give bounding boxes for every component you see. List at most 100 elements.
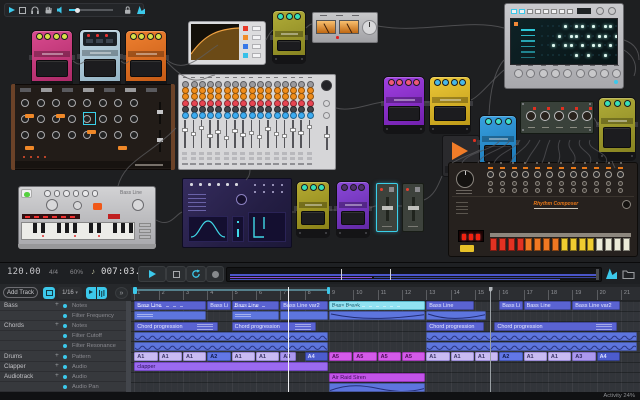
clip-bass-line[interactable]: Bass Line xyxy=(232,301,280,310)
knob[interactable] xyxy=(500,181,505,186)
knob[interactable] xyxy=(68,131,76,139)
knob[interactable] xyxy=(132,199,144,211)
knob[interactable] xyxy=(617,171,624,178)
knob[interactable] xyxy=(568,111,578,121)
grid-cell[interactable] xyxy=(558,44,560,46)
grid-cell[interactable] xyxy=(564,35,566,37)
knob[interactable] xyxy=(73,201,82,210)
knob[interactable] xyxy=(558,171,565,178)
option-led[interactable] xyxy=(243,53,248,58)
knob[interactable] xyxy=(485,118,492,125)
clip-bass-line-var2[interactable]: Bass Line var2 xyxy=(572,301,620,310)
snap-select[interactable]: 1/16 ▾ xyxy=(58,287,82,299)
grid-cell-lit[interactable] xyxy=(564,25,567,28)
clip-a1[interactable]: A1 xyxy=(159,352,182,361)
black-key[interactable] xyxy=(129,223,133,233)
knob[interactable] xyxy=(82,190,89,197)
fader-handle[interactable] xyxy=(182,128,188,132)
knob[interactable] xyxy=(130,115,138,123)
knob[interactable] xyxy=(37,115,45,123)
channel-knob[interactable] xyxy=(307,112,314,119)
orange-button[interactable] xyxy=(118,146,127,150)
channel-button[interactable] xyxy=(215,152,220,155)
channel-button[interactable] xyxy=(182,157,187,160)
grid-cell[interactable] xyxy=(581,35,583,37)
play-button[interactable] xyxy=(138,266,166,282)
step-button[interactable] xyxy=(534,238,541,251)
black-key[interactable] xyxy=(89,223,93,233)
knob[interactable] xyxy=(576,69,585,78)
orange-button[interactable] xyxy=(56,114,65,118)
step-button[interactable] xyxy=(499,238,506,251)
mini-knob-dot[interactable] xyxy=(263,184,265,186)
channel-button[interactable] xyxy=(191,157,196,160)
clip-a4[interactable]: A4 xyxy=(597,352,620,361)
track-lane-row[interactable]: Bass+Notes xyxy=(0,301,126,311)
channel-button[interactable] xyxy=(282,157,287,160)
step-button[interactable] xyxy=(570,238,577,251)
fader-handle[interactable] xyxy=(274,132,280,136)
clip-a1[interactable]: A1 xyxy=(426,352,449,361)
knob[interactable] xyxy=(99,131,107,139)
knob[interactable] xyxy=(83,99,91,107)
option-led[interactable] xyxy=(243,35,248,40)
grid-cell-lit[interactable] xyxy=(558,35,561,38)
knob[interactable] xyxy=(614,100,621,107)
track-lane-row[interactable]: Filter Cutoff xyxy=(0,331,126,341)
clip-chord-progression[interactable]: Chord progression xyxy=(426,322,483,331)
channel-button[interactable] xyxy=(199,152,204,155)
clip-a1[interactable]: A1 xyxy=(256,352,279,361)
knob[interactable] xyxy=(488,188,493,193)
grid-cell[interactable] xyxy=(592,54,594,56)
knob[interactable] xyxy=(495,118,502,125)
add-lane-button[interactable]: + xyxy=(55,372,59,379)
grid-cell[interactable] xyxy=(547,35,549,37)
black-key[interactable] xyxy=(33,223,37,233)
step-button[interactable] xyxy=(559,9,565,14)
mini-knob-dot[interactable] xyxy=(254,184,256,186)
channel-button[interactable] xyxy=(249,157,254,160)
fader-handle[interactable] xyxy=(282,134,288,138)
knob[interactable] xyxy=(53,33,60,40)
metronome-button[interactable] xyxy=(97,287,107,299)
grid-cell[interactable] xyxy=(592,35,594,37)
grid-cell[interactable] xyxy=(598,25,600,27)
heisenberg-synth[interactable] xyxy=(182,178,292,248)
overview-scroll-handle[interactable] xyxy=(596,269,599,280)
grid-cell[interactable] xyxy=(570,25,572,27)
grid-cell-lit[interactable] xyxy=(609,44,612,47)
channel-button[interactable] xyxy=(290,152,295,155)
knob[interactable] xyxy=(114,115,122,123)
knob[interactable] xyxy=(52,99,60,107)
lane-indicator-dot[interactable] xyxy=(63,355,67,359)
clip-bass-line[interactable]: Bass Line xyxy=(426,301,474,310)
knob[interactable] xyxy=(539,69,548,78)
automation-clip[interactable] xyxy=(329,383,425,392)
add-lane-button[interactable]: + xyxy=(55,362,59,369)
knob[interactable] xyxy=(546,171,553,178)
knob[interactable] xyxy=(92,190,99,197)
grid-cell-lit[interactable] xyxy=(581,25,584,28)
knob[interactable] xyxy=(618,188,623,193)
black-key[interactable] xyxy=(97,223,101,233)
bassline-303[interactable]: Bass Line xyxy=(18,186,156,249)
channel-button[interactable] xyxy=(298,152,303,155)
knob[interactable] xyxy=(99,99,107,107)
automation-clip[interactable] xyxy=(329,311,425,320)
clip-a3[interactable]: A3 xyxy=(572,352,595,361)
footswitch-pad[interactable] xyxy=(434,106,466,121)
channel-knob[interactable] xyxy=(282,112,289,119)
knob[interactable] xyxy=(588,69,597,78)
knob[interactable] xyxy=(130,99,138,107)
clip-bass-li[interactable]: Bass Li xyxy=(499,301,522,310)
clip-a1[interactable]: A1 xyxy=(475,352,498,361)
track-lane-row[interactable]: Audio Pan xyxy=(0,382,126,392)
clip-chord-progression[interactable]: Chord progression xyxy=(494,322,617,331)
grid-cell-lit[interactable] xyxy=(575,54,578,57)
channel-button[interactable] xyxy=(307,157,312,160)
mini-knob-dot[interactable] xyxy=(199,183,202,186)
clip-a5[interactable]: A5 xyxy=(353,352,376,361)
footswitch-pad[interactable] xyxy=(388,106,420,121)
automation-clip[interactable] xyxy=(134,332,328,341)
stompbox-violet[interactable] xyxy=(336,181,370,238)
